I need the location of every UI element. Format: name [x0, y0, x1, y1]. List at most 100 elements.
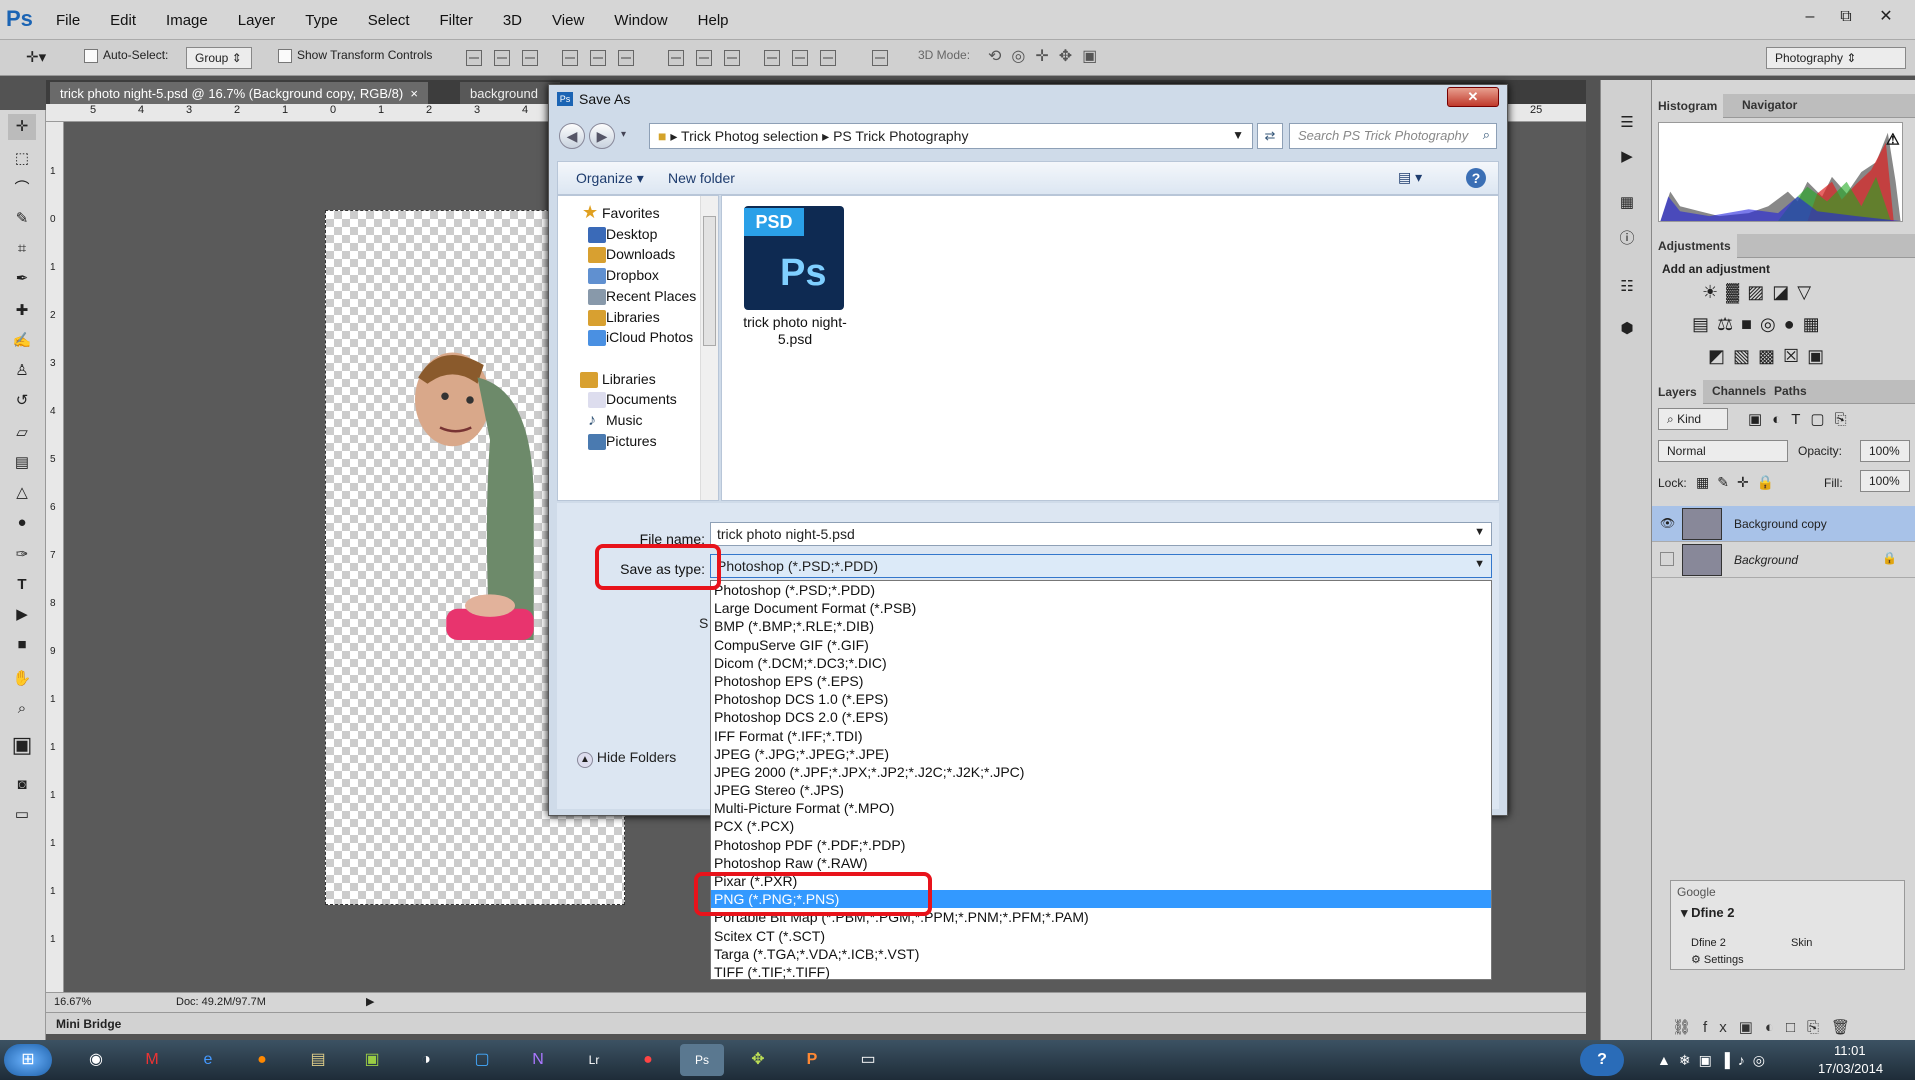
type-option[interactable]: Photoshop Raw (*.RAW): [711, 854, 1491, 872]
search-input[interactable]: Search PS Trick Photography ⌕: [1289, 123, 1497, 149]
distribute-vcenter-icon[interactable]: [696, 50, 712, 66]
properties-icon[interactable]: ☷: [1613, 274, 1641, 300]
path-select-icon[interactable]: ▶: [8, 602, 36, 628]
firefox-icon[interactable]: ●: [240, 1044, 284, 1076]
photoshop-taskbar-icon[interactable]: Ps: [680, 1044, 724, 1076]
path-dropdown-icon[interactable]: ▼: [1232, 128, 1244, 142]
distribute-left-icon[interactable]: [764, 50, 780, 66]
type-option[interactable]: JPEG (*.JPG;*.JPEG;*.JPE): [711, 745, 1491, 763]
new-folder-button[interactable]: New folder: [668, 170, 735, 186]
type-option[interactable]: Targa (*.TGA;*.VDA;*.ICB;*.VST): [711, 945, 1491, 963]
nav-recent-places[interactable]: Recent Places: [606, 288, 696, 304]
lasso-tool-icon[interactable]: ⌒: [8, 176, 36, 202]
align-right-icon[interactable]: [618, 50, 634, 66]
history-brush-icon[interactable]: ↺: [8, 388, 36, 414]
3d-icon[interactable]: ⬢: [1613, 316, 1641, 342]
type-option[interactable]: CompuServe GIF (*.GIF): [711, 636, 1491, 654]
auto-align-icon[interactable]: [872, 50, 888, 66]
tab-histogram[interactable]: Histogram: [1652, 94, 1724, 118]
hand-tool-icon[interactable]: ✋: [8, 666, 36, 692]
app7-icon[interactable]: ▢: [460, 1044, 504, 1076]
quick-mask-icon[interactable]: ◙: [8, 772, 36, 798]
type-option[interactable]: Photoshop PDF (*.PDF;*.PDP): [711, 836, 1491, 854]
auto-select-checkbox[interactable]: [84, 48, 98, 63]
dodge-tool-icon[interactable]: ●: [8, 510, 36, 536]
help-icon[interactable]: ?: [1466, 168, 1486, 188]
align-bottom-icon[interactable]: [522, 50, 538, 66]
layer-row-background-copy[interactable]: 👁 Background copy: [1652, 506, 1915, 542]
align-top-icon[interactable]: [466, 50, 482, 66]
transform-checkbox[interactable]: [278, 48, 292, 63]
type-option[interactable]: JPEG Stereo (*.JPS): [711, 781, 1491, 799]
start-button[interactable]: ⊞: [4, 1044, 52, 1076]
auto-select-dropdown[interactable]: Group ⇕: [186, 47, 252, 69]
mini-bridge-tab[interactable]: Mini Bridge: [56, 1017, 121, 1031]
nav-desktop[interactable]: Desktop: [606, 226, 657, 242]
powerpoint-icon[interactable]: P: [790, 1044, 834, 1076]
chrome-icon[interactable]: ◉: [74, 1044, 118, 1076]
back-button[interactable]: ◀: [559, 123, 585, 149]
document-tab-second[interactable]: background: [460, 82, 560, 104]
refresh-icon[interactable]: ⇄: [1257, 123, 1283, 149]
chevron-down-icon[interactable]: ▼: [1474, 558, 1485, 570]
nav-libraries[interactable]: Libraries: [602, 371, 656, 387]
type-tool-icon[interactable]: T: [8, 572, 36, 598]
warning-icon[interactable]: ⚠: [1886, 132, 1900, 149]
marquee-tool-icon[interactable]: ⬚: [8, 146, 36, 172]
brush-tool-icon[interactable]: ✍: [8, 328, 36, 354]
menu-filter[interactable]: Filter: [440, 12, 473, 29]
menu-help[interactable]: Help: [698, 12, 729, 29]
workspace-switcher[interactable]: Photography ⇕: [1766, 47, 1906, 69]
google-item[interactable]: ▾ Dfine 2: [1681, 905, 1734, 921]
clock-time[interactable]: 11:01: [1834, 1043, 1866, 1058]
type-option[interactable]: TIFF (*.TIF;*.TIFF): [711, 963, 1491, 979]
align-hcenter-icon[interactable]: [590, 50, 606, 66]
info-icon[interactable]: ⓘ: [1613, 226, 1641, 252]
restore-button[interactable]: ⧉: [1826, 2, 1866, 32]
save-type-select[interactable]: Photoshop (*.PSD;*.PDD) ▼: [710, 554, 1492, 578]
history-icon[interactable]: ☰: [1613, 110, 1641, 136]
app5-icon[interactable]: ▣: [350, 1044, 394, 1076]
distribute-hcenter-icon[interactable]: [792, 50, 808, 66]
type-option[interactable]: Photoshop DCS 1.0 (*.EPS): [711, 690, 1491, 708]
nav-scrollbar[interactable]: [700, 196, 718, 500]
tab-adjustments[interactable]: Adjustments: [1652, 234, 1737, 258]
close-tab-icon[interactable]: ×: [410, 86, 418, 101]
history-dropdown-icon[interactable]: ▾: [621, 129, 626, 140]
tab-layers[interactable]: Layers: [1652, 380, 1703, 404]
nav-scroll-thumb[interactable]: [703, 216, 716, 346]
type-option[interactable]: Photoshop (*.PSD;*.PDD): [711, 581, 1491, 599]
zoom-tool-icon[interactable]: ⌕: [8, 696, 36, 722]
move-tool-icon[interactable]: ✛: [8, 114, 36, 140]
show-transform-option[interactable]: Show Transform Controls: [278, 48, 432, 63]
layer-filter-icons[interactable]: ▣◐T▢⎘: [1748, 410, 1857, 428]
fill-field[interactable]: 100%: [1860, 470, 1910, 492]
menu-type[interactable]: Type: [305, 12, 338, 29]
shape-tool-icon[interactable]: ■: [8, 632, 36, 658]
document-tab-active[interactable]: trick photo night-5.psd @ 16.7% (Backgro…: [50, 82, 429, 104]
dialog-close-button[interactable]: ✕: [1447, 87, 1499, 107]
lightroom-icon[interactable]: Lr: [572, 1044, 616, 1076]
breadcrumb-item[interactable]: PS Trick Photography: [833, 128, 968, 144]
actions-play-icon[interactable]: ▶: [1613, 144, 1641, 170]
distribute-top-icon[interactable]: [668, 50, 684, 66]
menu-file[interactable]: File: [56, 12, 80, 29]
menu-edit[interactable]: Edit: [110, 12, 136, 29]
brush-presets-icon[interactable]: ▦: [1613, 190, 1641, 216]
nav-downloads[interactable]: Downloads: [606, 246, 675, 262]
blend-mode-dropdown[interactable]: Normal: [1658, 440, 1788, 462]
type-option[interactable]: Photoshop EPS (*.EPS): [711, 672, 1491, 690]
layer-kind-filter[interactable]: ⌕ Kind: [1658, 408, 1728, 430]
tab-paths[interactable]: Paths: [1768, 384, 1813, 398]
adjustment-icons-row3[interactable]: ◩▧▩☒▣: [1708, 346, 1832, 367]
type-option[interactable]: Photoshop DCS 2.0 (*.EPS): [711, 708, 1491, 726]
google-settings[interactable]: ⚙ Settings: [1691, 953, 1744, 966]
onenote-icon[interactable]: N: [516, 1044, 560, 1076]
eyedropper-tool-icon[interactable]: ✒: [8, 266, 36, 292]
status-arrow-icon[interactable]: ▶: [366, 995, 374, 1008]
minimize-button[interactable]: –: [1790, 2, 1830, 32]
menu-layer[interactable]: Layer: [238, 12, 276, 29]
gmail-icon[interactable]: M: [130, 1044, 174, 1076]
view-options-icon[interactable]: ▤ ▾: [1398, 169, 1422, 186]
lock-icons[interactable]: ▦✎✛🔒: [1696, 474, 1782, 491]
